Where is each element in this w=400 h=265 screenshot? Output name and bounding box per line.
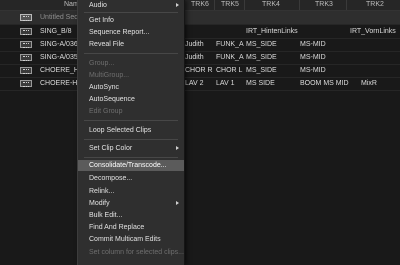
menu-item-label: Set Clip Color <box>89 145 133 152</box>
submenu-arrow-icon <box>176 3 179 7</box>
track-cell-trk6: CHOR R <box>185 67 213 74</box>
submenu-arrow-icon <box>176 201 179 205</box>
clip-name: SING_B/8 <box>40 28 72 35</box>
clip-icon <box>20 80 32 87</box>
track-cell-trk2: IRT_VornLinks <box>350 28 396 35</box>
column-divider[interactable] <box>214 0 215 10</box>
column-header-trk3[interactable]: TRK3 <box>315 0 333 10</box>
table-row[interactable]: SING-A/036 Judith FUNK_A MS_SIDE MS-MID <box>0 38 400 52</box>
column-header-trk6[interactable]: TRK6 <box>191 0 209 10</box>
track-cell-trk4: MS_SIDE <box>246 54 277 61</box>
track-cell-trk3: BOOM MS MID <box>300 80 349 87</box>
column-header-trk4[interactable]: TRK4 <box>262 0 280 10</box>
menu-separator <box>84 139 178 140</box>
clip-name: Untitled Seq <box>40 14 79 21</box>
table-row[interactable]: CHOERE-H/ LAV 2 LAV 1 MS SIDE BOOM MS MI… <box>0 77 400 91</box>
table-row[interactable]: CHOERE_H_ CHOR R CHOR L MS_SIDE MS-MID <box>0 64 400 78</box>
table-row[interactable]: SING_B/8 IRT_HintenLinks IRT_VornLinks <box>0 25 400 39</box>
table-row[interactable]: SING-A/035 Judith FUNK_A MS_SIDE MS-MID <box>0 51 400 65</box>
track-cell-trk5: FUNK_A <box>216 41 244 48</box>
track-cell-trk4: IRT_HintenLinks <box>246 28 298 35</box>
table-row[interactable]: Untitled Seq <box>0 11 400 25</box>
track-cell-trk6: Judith <box>185 54 204 61</box>
track-cell-trk3: MS-MID <box>300 41 326 48</box>
menu-item-set-column: Set column for selected clips... <box>89 249 184 256</box>
column-header-trk2[interactable]: TRK2 <box>366 0 384 10</box>
menu-item-decompose[interactable]: Decompose... <box>78 173 184 184</box>
column-divider[interactable] <box>244 0 245 10</box>
track-cell-trk4: MS SIDE <box>246 80 275 87</box>
menu-item-group: Group... <box>89 60 115 67</box>
menu-item-multigroup: MultiGroup... <box>89 72 130 79</box>
menu-item-relink[interactable]: Relink... <box>78 186 184 197</box>
column-divider[interactable] <box>346 0 347 10</box>
track-cell-trk6: LAV 2 <box>185 80 204 87</box>
menu-item-set-clip-color[interactable]: Set Clip Color <box>78 143 184 154</box>
menu-item-modify[interactable]: Modify <box>78 198 184 209</box>
menu-item-autosequence[interactable]: AutoSequence <box>78 94 184 105</box>
menu-item-sequence-report[interactable]: Sequence Report... <box>78 27 184 38</box>
menu-item-autosync[interactable]: AutoSync <box>78 82 184 93</box>
menu-item-label: Modify <box>89 200 110 207</box>
track-cell-trk3: MS-MID <box>300 67 326 74</box>
clip-icon <box>20 41 32 48</box>
menu-item-commit-multicam-edits[interactable]: Commit Multicam Edits <box>78 234 184 245</box>
submenu-arrow-icon <box>176 146 179 150</box>
track-cell-trk5: CHOR L <box>216 67 243 74</box>
track-cell-trk6: Judith <box>185 41 204 48</box>
clip-name: CHOERE-H/ <box>40 80 80 87</box>
menu-separator <box>84 157 178 158</box>
menu-separator <box>84 120 178 121</box>
clip-icon <box>20 67 32 74</box>
track-cell-trk4: MS_SIDE <box>246 67 277 74</box>
context-menu: Audio Get Info Sequence Report... Reveal… <box>77 0 185 265</box>
column-divider[interactable] <box>299 0 300 10</box>
track-cell-trk5: FUNK_A <box>216 54 244 61</box>
track-cell-trk2: MixR <box>361 80 377 87</box>
column-header-trk5[interactable]: TRK5 <box>221 0 239 10</box>
menu-item-find-and-replace[interactable]: Find And Replace <box>78 222 184 233</box>
menu-item-loop-selected-clips[interactable]: Loop Selected Clips <box>78 125 184 136</box>
sequence-icon <box>20 14 32 21</box>
menu-item-consolidate-transcode[interactable]: Consolidate/Transcode... <box>78 160 184 171</box>
track-cell-trk5: LAV 1 <box>216 80 235 87</box>
track-cell-trk3: MS-MID <box>300 54 326 61</box>
menu-item-reveal-file[interactable]: Reveal File <box>78 39 184 50</box>
menu-item-label: Audio <box>89 2 107 9</box>
menu-separator <box>84 53 178 54</box>
menu-separator <box>84 12 178 13</box>
clip-icon <box>20 54 32 61</box>
menu-item-get-info[interactable]: Get Info <box>78 15 184 26</box>
menu-item-edit-group: Edit Group <box>89 108 123 115</box>
menu-item-audio[interactable]: Audio <box>78 0 184 11</box>
clip-name: SING-A/035 <box>40 54 78 61</box>
menu-item-bulk-edit[interactable]: Bulk Edit... <box>78 210 184 221</box>
clip-icon <box>20 28 32 35</box>
clip-name: SING-A/036 <box>40 41 78 48</box>
track-cell-trk4: MS_SIDE <box>246 41 277 48</box>
